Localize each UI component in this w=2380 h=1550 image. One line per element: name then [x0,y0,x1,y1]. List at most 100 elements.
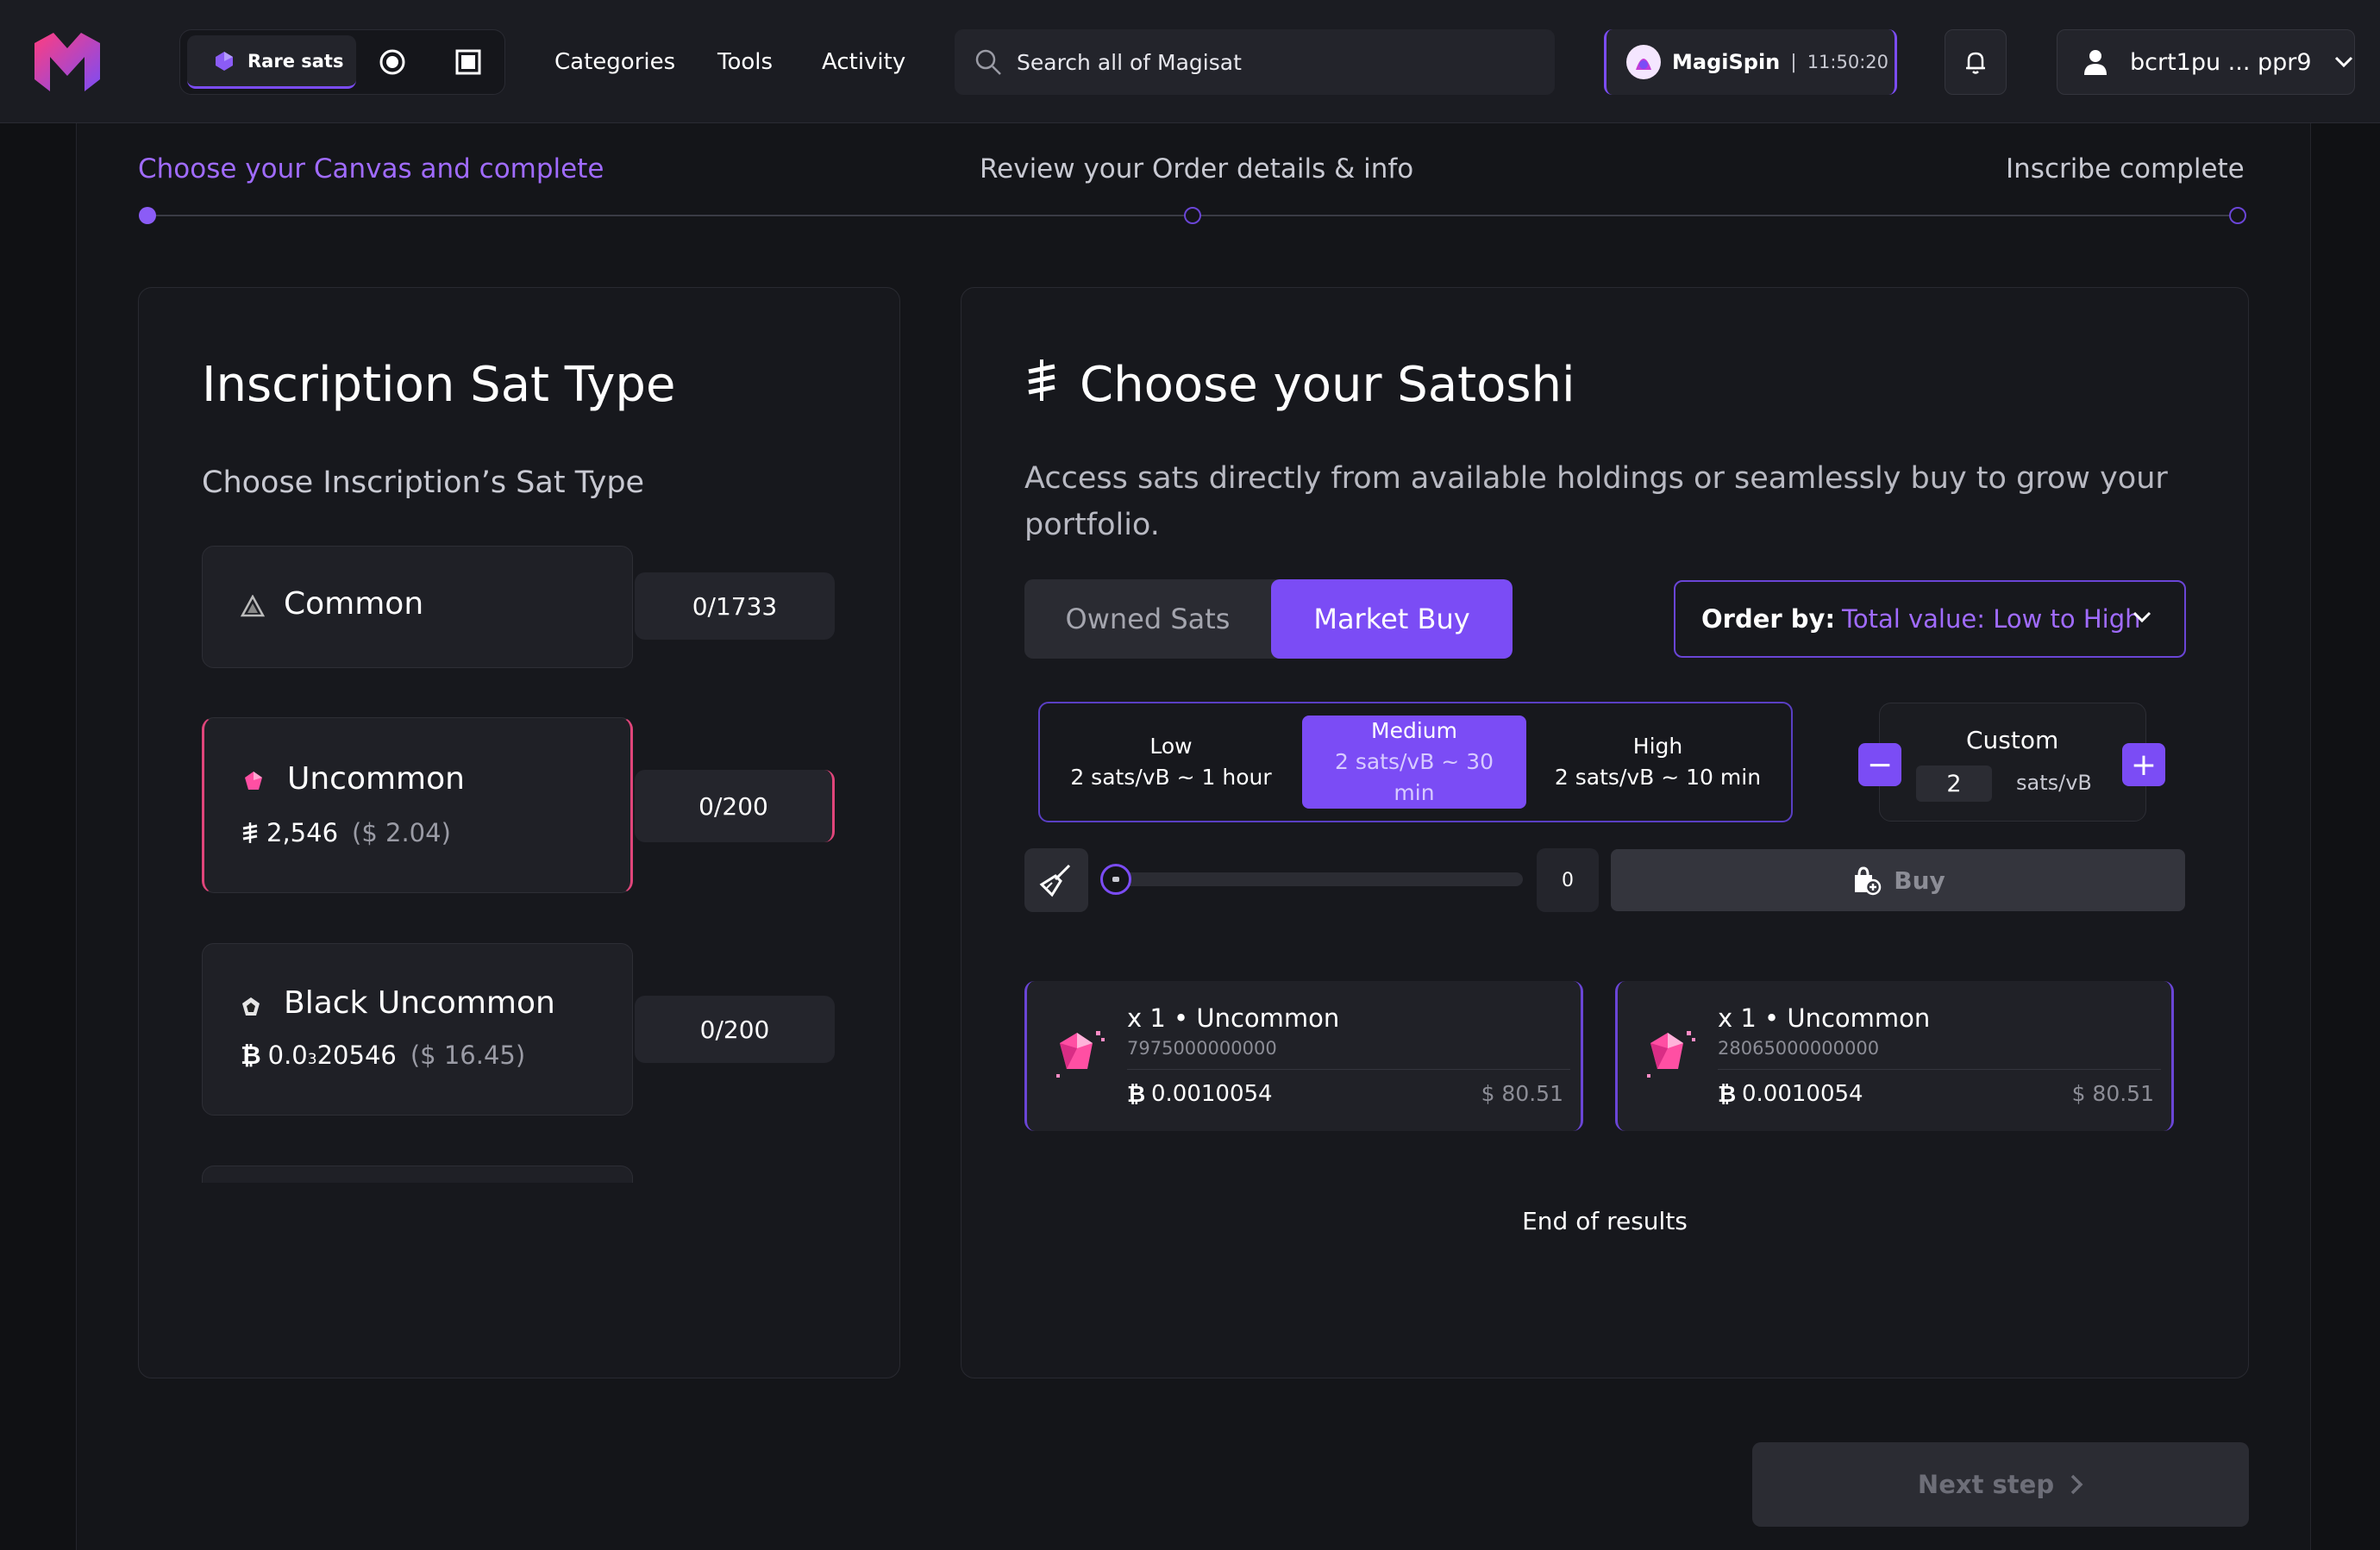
uncommon-gem-icon [245,772,262,790]
uncommon-name: Uncommon [287,761,465,797]
fee-low-detail: 2 sats/vB ~ 1 hour [1070,765,1272,790]
magispin-label: MagiSpin [1672,50,1781,74]
buy-button[interactable]: Buy [1611,849,2185,911]
fee-high-name: High [1632,734,1683,759]
sats-icon [1028,359,1055,401]
quantity-slider-thumb[interactable] [1100,864,1131,895]
sat-type-black-uncommon[interactable]: Black Uncommon ₿ 0.0 3 20546 ($ 16.45) [202,943,633,1116]
square-mode-button[interactable] [451,45,485,79]
result-title: x 1 • Uncommon [1718,1003,1931,1033]
custom-fee-decrease-button[interactable]: − [1858,743,1901,786]
nav-categories[interactable]: Categories [554,34,675,90]
search-bar [955,29,1555,95]
chevron-down-icon [2334,56,2352,68]
uncommon-count: 0/200 [635,770,835,842]
rare-sats-icon [216,51,233,71]
wallet-button[interactable]: bcrt1pu ... ppr9 [2057,29,2355,95]
user-icon [2084,50,2107,75]
result-divider [1718,1069,2161,1070]
order-by-value: Total value: Low to High [1842,604,2141,634]
rare-sats-tab[interactable]: Rare sats [187,35,356,89]
magisat-logo[interactable] [31,31,103,93]
uncommon-fiat: ($ 2.04) [352,818,451,847]
result-title: x 1 • Uncommon [1127,1003,1340,1033]
uncommon-gem-icon [1056,1031,1105,1078]
black-uncommon-count: 0/200 [635,996,835,1063]
wallet-address: bcrt1pu ... ppr9 [2130,48,2312,76]
uncommon-gem-icon [1647,1031,1695,1078]
black-uncommon-gem-icon [242,997,260,1016]
magispin-timer: 11:50:20 [1807,52,1889,72]
sat-type-card-partial [202,1166,633,1183]
magispin-widget[interactable]: MagiSpin | 11:50:20 [1604,29,1897,95]
result-card[interactable]: x 1 • Uncommon 28065000000000 ₿ 0.001005… [1615,981,2174,1131]
search-input[interactable] [1017,49,1534,75]
tab-market-buy[interactable]: Market Buy [1271,579,1513,659]
order-by-select[interactable]: Order by: Total value: Low to High [1674,580,2186,658]
fee-option-low[interactable]: Low 2 sats/vB ~ 1 hour [1040,716,1302,809]
quantity-slider[interactable] [1100,864,1523,895]
result-sat-number: 28065000000000 [1718,1038,1880,1059]
top-header: Rare sats Categories Tools Activity Magi… [0,0,2380,123]
shopping-bag-icon [1855,866,1882,896]
btc-symbol: ₿ [1127,1082,1146,1108]
result-divider [1127,1069,1570,1070]
btc-symbol: ₿ [1718,1082,1737,1108]
fee-medium-name: Medium [1371,718,1457,743]
mode-switcher: Rare sats [179,29,505,95]
uncommon-price-value: 2,546 [266,818,339,847]
circle-mode-button[interactable] [375,45,410,79]
fee-high-detail: 2 sats/vB ~ 10 min [1554,765,1762,790]
next-step-label: Next step [1917,1470,2055,1499]
step-3-dot [2229,207,2246,224]
black-uncommon-name: Black Uncommon [284,985,555,1021]
circle-mode-icon [379,49,405,75]
next-step-button[interactable]: Next step [1752,1442,2249,1527]
common-count: 0/1733 [635,572,835,640]
square-mode-icon [455,49,481,75]
common-triangle-icon [241,595,265,617]
notifications-button[interactable] [1945,29,2007,95]
nav-tools[interactable]: Tools [717,34,773,90]
step-2-label: Review your Order details & info [980,153,1414,184]
buy-label: Buy [1894,866,1945,895]
uncommon-price: 2,546 ($ 2.04) [242,818,451,847]
btc-symbol: ₿ [241,1041,261,1070]
common-name: Common [284,586,424,622]
nav-activity[interactable]: Activity [822,34,905,90]
fee-option-medium[interactable]: Medium 2 sats/vB ~ 30 min [1302,716,1526,809]
fee-option-high[interactable]: High 2 sats/vB ~ 10 min [1526,716,1789,809]
custom-fee-label: Custom [1966,726,2059,754]
custom-fee: Custom sats/vB [1879,703,2146,822]
result-usd-price: $ 80.51 [2071,1081,2154,1106]
black-uncommon-price: ₿ 0.0 3 20546 ($ 16.45) [241,1041,525,1071]
sat-type-subtitle: Choose Inscription’s Sat Type [202,466,645,500]
black-uncommon-fiat: ($ 16.45) [410,1041,526,1070]
sweep-button[interactable] [1024,848,1088,912]
fee-medium-detail: 2 sats/vB ~ 30 min [1334,749,1494,805]
result-sat-number: 7975000000000 [1127,1038,1277,1059]
black-uncommon-price-zeros: 3 [307,1051,317,1068]
tab-owned-sats[interactable]: Owned Sats [1024,579,1271,659]
chevron-right-icon [2070,1474,2083,1495]
magispin-separator: | [1790,51,1797,73]
custom-fee-input[interactable] [1916,766,1992,802]
result-usd-price: $ 80.51 [1481,1081,1563,1106]
quantity-value: 0 [1537,848,1599,912]
custom-fee-increase-button[interactable]: + [2122,743,2165,786]
result-card[interactable]: x 1 • Uncommon 7975000000000 ₿ 0.0010054… [1024,981,1583,1131]
step-1-label: Choose your Canvas and complete [138,153,604,184]
sats-icon [242,822,258,843]
magispin-avatar-icon [1626,45,1661,79]
fee-low-name: Low [1149,734,1193,759]
step-2-dot [1184,207,1201,224]
result-btc-price: 0.0010054 [1151,1081,1273,1107]
black-uncommon-price-rest: 20546 [316,1041,397,1070]
sat-type-uncommon[interactable]: Uncommon 2,546 ($ 2.04) [202,717,633,893]
sat-source-tabs: Owned Sats Market Buy [1024,579,1513,659]
end-of-results: End of results [1522,1207,1688,1235]
satoshi-description: Access sats directly from available hold… [1024,461,2168,542]
black-uncommon-price-prefix: 0.0 [267,1041,308,1070]
sat-type-title: Inscription Sat Type [202,357,676,413]
sat-type-common[interactable]: Common [202,546,633,668]
